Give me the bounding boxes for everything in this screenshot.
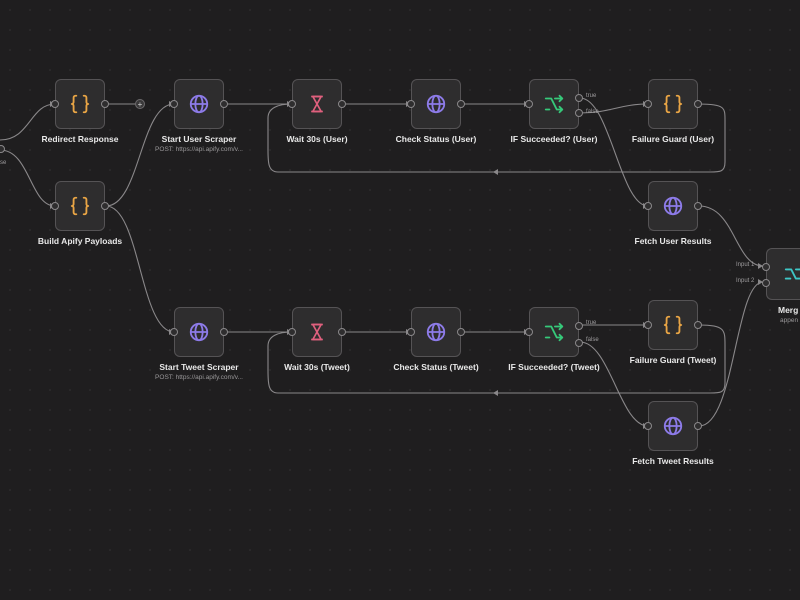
node-label: Wait 30s (User): [286, 134, 348, 144]
output-port[interactable]: [694, 321, 702, 329]
branch-icon: [543, 93, 565, 115]
output-port[interactable]: [694, 422, 702, 430]
globe-icon: [425, 321, 447, 343]
globe-icon: [662, 195, 684, 217]
node-label: Check Status (User): [395, 134, 477, 144]
offscreen-output-port[interactable]: [0, 145, 5, 153]
node-subtitle: POST: https://api.apify.com/v...: [155, 146, 243, 153]
node-failure-guard-tweet[interactable]: Failure Guard (Tweet): [630, 300, 716, 365]
input-port[interactable]: [644, 202, 652, 210]
arrowhead: [493, 169, 498, 175]
node-fetch-user-results[interactable]: Fetch User Results: [635, 181, 712, 246]
input-1-label: Input 1: [736, 262, 755, 268]
output-port[interactable]: [457, 328, 465, 336]
output-port[interactable]: [101, 202, 109, 210]
true-branch-label: true: [586, 93, 597, 99]
arrowhead: [493, 390, 498, 396]
node-merge[interactable]: [762, 248, 800, 300]
workflow-canvas[interactable]: se Redirect Response + Build Apify Paylo…: [0, 0, 800, 600]
edge-build-to-user-scraper: [105, 103, 175, 207]
node-label: Redirect Response: [41, 134, 119, 144]
input-port[interactable]: [525, 100, 533, 108]
edge-build-to-tweet-scraper: [105, 205, 175, 333]
true-output-port[interactable]: [575, 322, 583, 330]
input-1-port[interactable]: [762, 263, 770, 271]
input-port[interactable]: [51, 202, 59, 210]
globe-icon: [188, 321, 210, 343]
output-port[interactable]: [694, 100, 702, 108]
node-subtitle: POST: https://api.apify.com/v...: [155, 374, 243, 381]
globe-icon: [662, 415, 684, 437]
input-port[interactable]: [525, 328, 533, 336]
output-port[interactable]: [101, 100, 109, 108]
input-port[interactable]: [288, 100, 296, 108]
input-port[interactable]: [407, 328, 415, 336]
code-braces-icon: [69, 195, 91, 217]
true-output-port[interactable]: [575, 94, 583, 102]
node-if-succeeded-tweet[interactable]: IF Succeeded? (Tweet): [508, 307, 600, 372]
code-braces-icon: [69, 93, 91, 115]
code-braces-icon: [662, 314, 684, 336]
branch-icon: [543, 321, 565, 343]
input-port[interactable]: [288, 328, 296, 336]
input-port[interactable]: [51, 100, 59, 108]
node-wait-user[interactable]: Wait 30s (User): [286, 79, 348, 144]
globe-icon: [188, 93, 210, 115]
input-port[interactable]: [644, 321, 652, 329]
output-port[interactable]: [457, 100, 465, 108]
globe-icon: [425, 93, 447, 115]
output-port[interactable]: [338, 100, 346, 108]
node-label: IF Succeeded? (User): [510, 134, 598, 144]
node-label: Fetch Tweet Results: [632, 456, 714, 466]
input-port[interactable]: [170, 100, 178, 108]
node-check-status-user[interactable]: Check Status (User): [396, 79, 476, 144]
add-node-button[interactable]: +: [135, 99, 145, 109]
node-check-status-tweet[interactable]: Check Status (Tweet): [393, 307, 479, 372]
hourglass-icon: [307, 322, 327, 342]
node-fetch-tweet-results[interactable]: Fetch Tweet Results: [632, 401, 714, 466]
input-port[interactable]: [644, 100, 652, 108]
node-label: Failure Guard (User): [631, 134, 715, 144]
input-2-label: Input 2: [736, 278, 755, 284]
output-port[interactable]: [220, 100, 228, 108]
node-label: Build Apify Payloads: [37, 236, 123, 246]
edge-fetch-tweet-to-merge: [698, 281, 764, 427]
node-failure-guard-user[interactable]: Failure Guard (User): [632, 79, 714, 144]
edge-fragment-label: se: [0, 160, 7, 166]
merge-node-label: Merg: [778, 305, 799, 315]
true-branch-label: true: [586, 320, 597, 326]
merge-icon: [783, 263, 800, 285]
node-if-succeeded-user[interactable]: IF Succeeded? (User): [511, 79, 597, 144]
input-2-port[interactable]: [762, 279, 770, 287]
node-start-tweet-scraper[interactable]: Start Tweet Scraper POST: https://api.ap…: [155, 307, 243, 381]
false-output-port[interactable]: [575, 339, 583, 347]
edge-offscreen-to-build: [0, 149, 56, 207]
input-port[interactable]: [407, 100, 415, 108]
merge-node-subtitle: appen: [780, 317, 799, 324]
node-label: Check Status (Tweet): [393, 362, 479, 372]
node-build-apify-payloads[interactable]: Build Apify Payloads: [38, 181, 122, 246]
output-port[interactable]: [220, 328, 228, 336]
node-start-user-scraper[interactable]: Start User Scraper POST: https://api.api…: [155, 79, 243, 153]
node-label: IF Succeeded? (Tweet): [508, 362, 600, 372]
node-label: Fetch User Results: [634, 236, 712, 246]
false-output-port[interactable]: [575, 109, 583, 117]
input-port[interactable]: [170, 328, 178, 336]
node-label: Start User Scraper: [161, 134, 237, 144]
input-port[interactable]: [644, 422, 652, 430]
output-port[interactable]: [338, 328, 346, 336]
node-label: Wait 30s (Tweet): [284, 362, 350, 372]
false-branch-label: false: [586, 109, 599, 115]
false-branch-label: false: [586, 337, 599, 343]
hourglass-icon: [307, 94, 327, 114]
node-label: Start Tweet Scraper: [159, 362, 239, 372]
node-label: Failure Guard (Tweet): [629, 355, 717, 365]
output-port[interactable]: [694, 202, 702, 210]
node-redirect-response[interactable]: Redirect Response: [42, 79, 119, 144]
code-braces-icon: [662, 93, 684, 115]
node-wait-tweet[interactable]: Wait 30s (Tweet): [284, 307, 350, 372]
